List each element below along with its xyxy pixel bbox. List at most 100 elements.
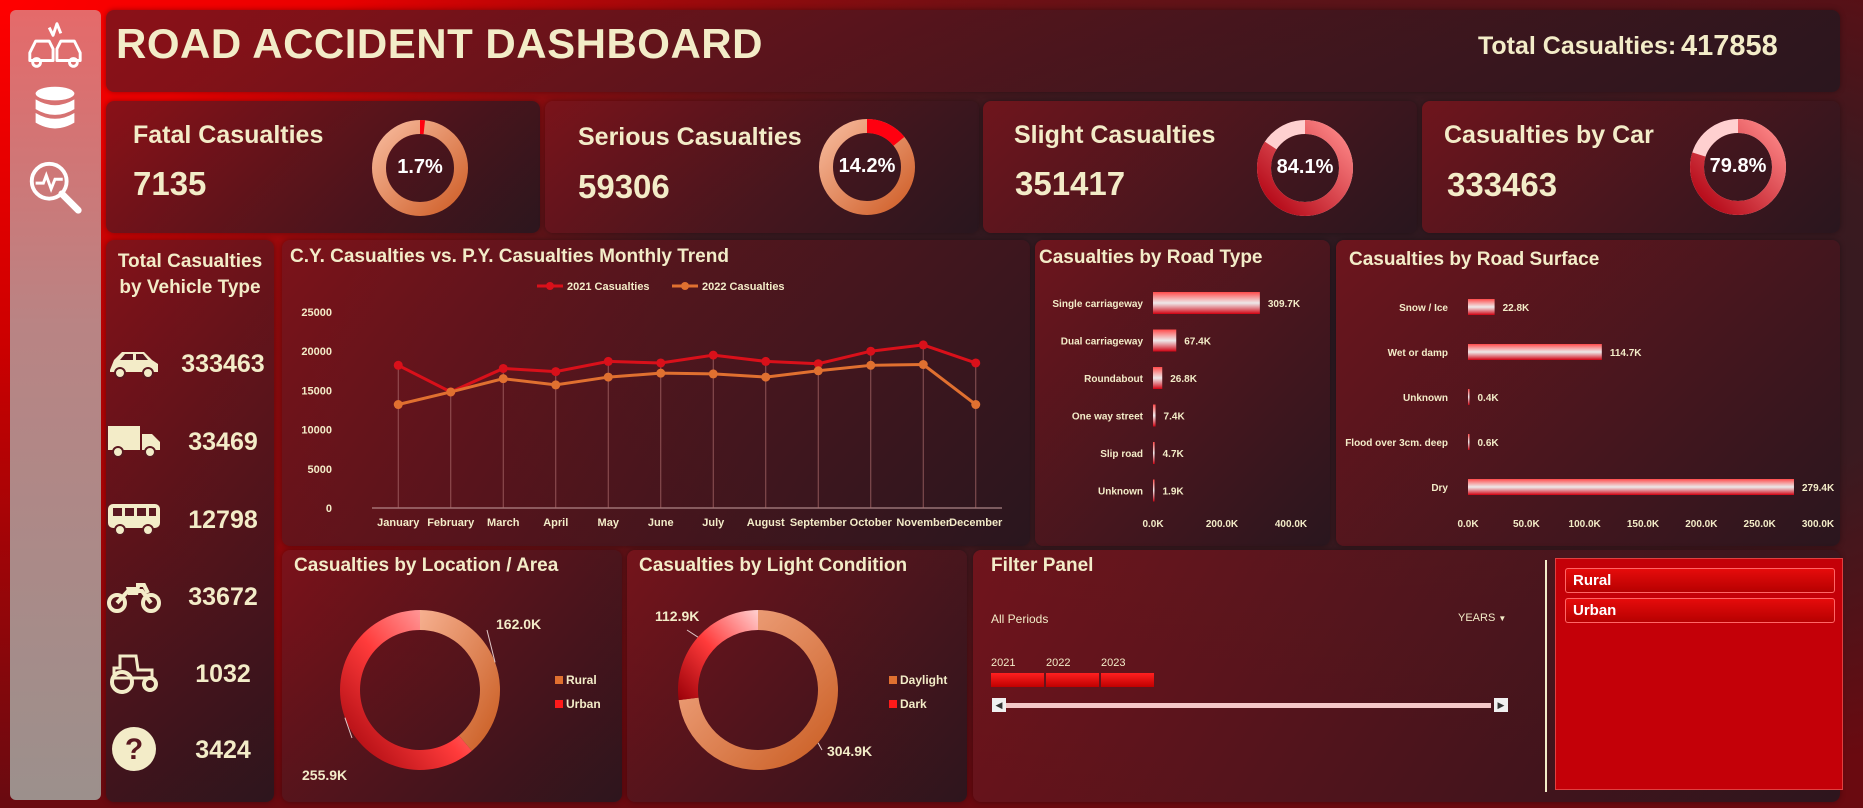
data-point [918,360,928,370]
legend-swatch [555,700,563,708]
x-tick-label: October [850,517,893,529]
x-tick-label: 150.0K [1627,519,1660,530]
truck-icon [108,426,160,458]
database-icon[interactable] [24,80,86,142]
data-point [708,369,718,379]
kpi-value: 333463 [1447,166,1558,203]
legend-swatch [555,676,563,684]
light-title: Casualties by Light Condition [639,555,908,576]
years-dropdown[interactable]: YEARS ▼ [1458,612,1506,624]
year-label: 2023 [1101,657,1126,669]
scroll-left-icon[interactable]: ◀ [992,698,1006,712]
kpi-percent: 14.2% [838,155,896,177]
vehicle-value: 33672 [188,583,258,611]
bar [1153,442,1155,464]
kpi-value: 351417 [1015,165,1126,202]
bar [1468,479,1794,495]
trend-title: C.Y. Casualties vs. P.Y. Casualties Mont… [290,246,729,267]
category-label: One way street [1072,412,1144,423]
legend-label: Urban [566,697,601,711]
road-type-title: Casualties by Road Type [1039,247,1263,268]
category-label: Unknown [1098,487,1143,498]
filter-title: Filter Panel [991,555,1094,576]
car-icon [110,352,158,379]
data-label: 7.4K [1164,412,1186,423]
data-label: 304.9K [827,743,872,759]
vehicle-row: 12798 [106,496,276,546]
data-point [866,346,876,356]
data-point [603,372,613,382]
kpi-percent: 79.8% [1709,155,1767,177]
data-point [971,400,981,410]
year-bar-2021[interactable] [991,673,1044,687]
kpi-label: Slight Casualties [1014,121,1216,149]
car-crash-icon[interactable] [24,14,86,76]
data-point [498,374,508,384]
data-point [866,360,876,370]
question-icon: ? [112,727,156,771]
data-point [656,358,666,368]
legend-label: 2022 Casualties [702,281,785,293]
data-point [446,387,456,397]
legend-label: 2021 Casualties [567,281,650,293]
x-tick-label: 200.0K [1206,519,1239,530]
y-tick-label: 20000 [301,346,332,358]
x-tick-label: May [598,517,620,529]
bus-icon [108,504,160,536]
data-point [656,368,666,378]
vehicle-row: 1032 [106,650,276,700]
location-chart: 162.0K 255.9K Rural Urban [302,610,601,783]
bar [1153,404,1156,427]
kpi-percent: 1.7% [397,156,443,178]
x-tick-label: September [790,517,848,529]
data-point [393,400,403,410]
data-label: 4.7K [1163,449,1185,460]
legend-swatch [889,676,897,684]
vehicle-row: 333463 [106,340,276,390]
x-tick-label: 50.0K [1513,519,1540,530]
x-tick-label: March [487,517,520,529]
kpi-value: 7135 [133,165,207,202]
data-label: 279.4K [1802,483,1835,494]
slicer-item-urban[interactable]: Urban [1565,598,1835,623]
x-tick-label: 100.0K [1569,519,1602,530]
kpi-label: Fatal Casualties [133,121,324,149]
year-bar-2022[interactable] [1046,673,1099,687]
legend-marker [546,282,554,290]
series-line [397,363,977,406]
data-point [708,350,718,360]
scroll-right-icon[interactable]: ▶ [1494,698,1508,712]
x-tick-label: 200.0K [1685,519,1718,530]
category-label: Snow / Ice [1399,303,1448,314]
category-label: Dual carriageway [1061,337,1144,348]
tractor-icon [110,654,158,694]
data-label: 255.9K [302,767,347,783]
data-point [498,363,508,373]
bar [1153,329,1177,352]
y-tick-label: 0 [326,503,332,515]
category-label: Slip road [1100,449,1143,460]
bar [1153,367,1163,389]
x-tick-label: April [543,517,568,529]
x-tick-label: February [427,517,475,529]
legend-marker [681,282,689,290]
svg-text:?: ? [125,733,143,766]
x-tick-label: December [949,517,1003,529]
search-analytics-icon[interactable] [24,156,86,218]
year-bar-2023[interactable] [1101,673,1154,687]
legend-label: Rural [566,673,597,687]
legend-label: Daylight [900,673,947,687]
timeline-scrollbar[interactable] [1006,703,1491,708]
slicer-item-rural[interactable]: Rural [1565,568,1835,593]
leader-line [817,742,823,751]
data-point [761,356,771,366]
vehicle-row: ? 3424 [106,726,276,776]
data-label: 309.7K [1268,299,1301,310]
years-label: YEARS [1458,612,1496,624]
x-tick-label: 300.0K [1802,519,1835,530]
y-tick-label: 25000 [301,307,332,319]
road-surface-chart: Snow / Ice 22.8K Wet or damp 114.7K Unknown 0… [1345,299,1835,530]
bar [1153,479,1155,502]
bar [1468,434,1470,450]
year-label: 2022 [1046,657,1071,669]
